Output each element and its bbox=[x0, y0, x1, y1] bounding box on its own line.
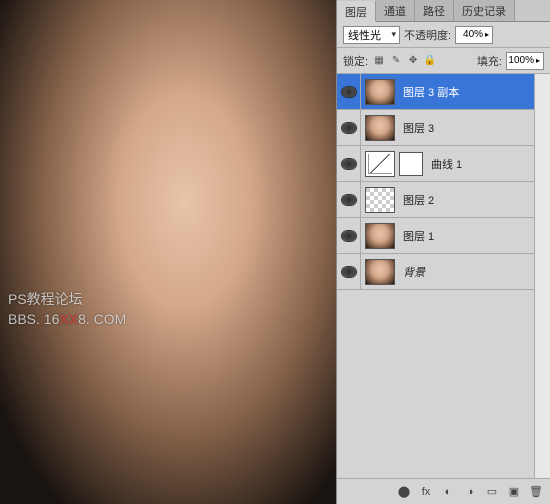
watermark-line1: PS教程论坛 bbox=[8, 290, 126, 310]
layer-mask-thumbnail[interactable] bbox=[399, 152, 423, 176]
tab-channels[interactable]: 通道 bbox=[376, 0, 415, 21]
layer-row[interactable]: 图层 1 bbox=[337, 218, 534, 254]
new-layer-icon[interactable]: ▣ bbox=[504, 483, 524, 501]
layer-thumbnail[interactable] bbox=[365, 223, 395, 249]
layers-bottom-bar: ⬤ fx ◐ ◑ ▭ ▣ 🗑 bbox=[337, 478, 550, 504]
layer-name[interactable]: 曲线 1 bbox=[427, 156, 534, 172]
visibility-toggle[interactable] bbox=[337, 74, 361, 109]
lock-label: 锁定: bbox=[343, 53, 368, 69]
eye-icon bbox=[342, 231, 356, 241]
visibility-toggle[interactable] bbox=[337, 254, 361, 289]
tab-paths[interactable]: 路径 bbox=[415, 0, 454, 21]
chevron-down-icon: ▸ bbox=[536, 56, 540, 65]
chevron-down-icon: ▸ bbox=[485, 30, 489, 39]
fill-label: 填充: bbox=[477, 53, 502, 69]
layer-row[interactable]: 曲线 1 bbox=[337, 146, 534, 182]
blend-row: 线性光 不透明度: 40%▸ bbox=[337, 22, 550, 48]
scrollbar[interactable] bbox=[534, 74, 550, 478]
visibility-toggle[interactable] bbox=[337, 110, 361, 145]
mask-icon[interactable]: ◐ bbox=[438, 483, 458, 501]
eye-icon bbox=[342, 123, 356, 133]
layers-list: 图层 3 副本 图层 3 曲线 1 图层 2 图层 1 bbox=[337, 74, 534, 478]
photo-preview bbox=[0, 0, 336, 504]
lock-all-icon[interactable]: 🔒 bbox=[423, 54, 437, 68]
opacity-label: 不透明度: bbox=[404, 27, 451, 43]
eye-icon bbox=[342, 267, 356, 277]
tab-layers[interactable]: 图层 bbox=[337, 1, 376, 22]
layer-row[interactable]: 图层 2 bbox=[337, 182, 534, 218]
layer-thumbnail[interactable] bbox=[365, 259, 395, 285]
tab-history[interactable]: 历史记录 bbox=[454, 0, 515, 21]
lock-row: 锁定: ▦ ✎ ✥ 🔒 填充: 100%▸ bbox=[337, 48, 550, 74]
layer-thumbnail[interactable] bbox=[365, 151, 395, 177]
layers-panel: 图层 通道 路径 历史记录 线性光 不透明度: 40%▸ 锁定: ▦ ✎ ✥ 🔒… bbox=[336, 0, 550, 504]
panel-tabs: 图层 通道 路径 历史记录 bbox=[337, 0, 550, 22]
layer-row[interactable]: 图层 3 bbox=[337, 110, 534, 146]
eye-icon bbox=[342, 195, 356, 205]
layer-row[interactable]: 背景 bbox=[337, 254, 534, 290]
eye-icon bbox=[342, 87, 356, 97]
group-icon[interactable]: ▭ bbox=[482, 483, 502, 501]
layer-thumbnail[interactable] bbox=[365, 115, 395, 141]
layer-name[interactable]: 图层 3 副本 bbox=[399, 84, 534, 100]
visibility-toggle[interactable] bbox=[337, 182, 361, 217]
layer-name[interactable]: 图层 3 bbox=[399, 120, 534, 136]
adjustment-icon[interactable]: ◑ bbox=[460, 483, 480, 501]
lock-transparent-icon[interactable]: ▦ bbox=[372, 54, 386, 68]
opacity-input[interactable]: 40%▸ bbox=[455, 26, 493, 44]
blend-mode-select[interactable]: 线性光 bbox=[343, 26, 400, 44]
trash-icon[interactable]: 🗑 bbox=[526, 483, 546, 501]
link-layers-icon[interactable]: ⬤ bbox=[394, 483, 414, 501]
lock-brush-icon[interactable]: ✎ bbox=[389, 54, 403, 68]
visibility-toggle[interactable] bbox=[337, 146, 361, 181]
layer-row[interactable]: 图层 3 副本 bbox=[337, 74, 534, 110]
fill-input[interactable]: 100%▸ bbox=[506, 52, 544, 70]
lock-icons: ▦ ✎ ✥ 🔒 bbox=[372, 54, 437, 68]
layer-name[interactable]: 图层 2 bbox=[399, 192, 534, 208]
layer-name[interactable]: 图层 1 bbox=[399, 228, 534, 244]
canvas-area: PS教程论坛 BBS. 16XX8. COM bbox=[0, 0, 336, 504]
layer-thumbnail[interactable] bbox=[365, 187, 395, 213]
watermark-line2: BBS. 16XX8. COM bbox=[8, 310, 126, 330]
watermark: PS教程论坛 BBS. 16XX8. COM bbox=[8, 290, 126, 329]
fx-icon[interactable]: fx bbox=[416, 483, 436, 501]
lock-move-icon[interactable]: ✥ bbox=[406, 54, 420, 68]
layer-thumbnail[interactable] bbox=[365, 79, 395, 105]
layer-name[interactable]: 背景 bbox=[399, 264, 534, 280]
visibility-toggle[interactable] bbox=[337, 218, 361, 253]
eye-icon bbox=[342, 159, 356, 169]
